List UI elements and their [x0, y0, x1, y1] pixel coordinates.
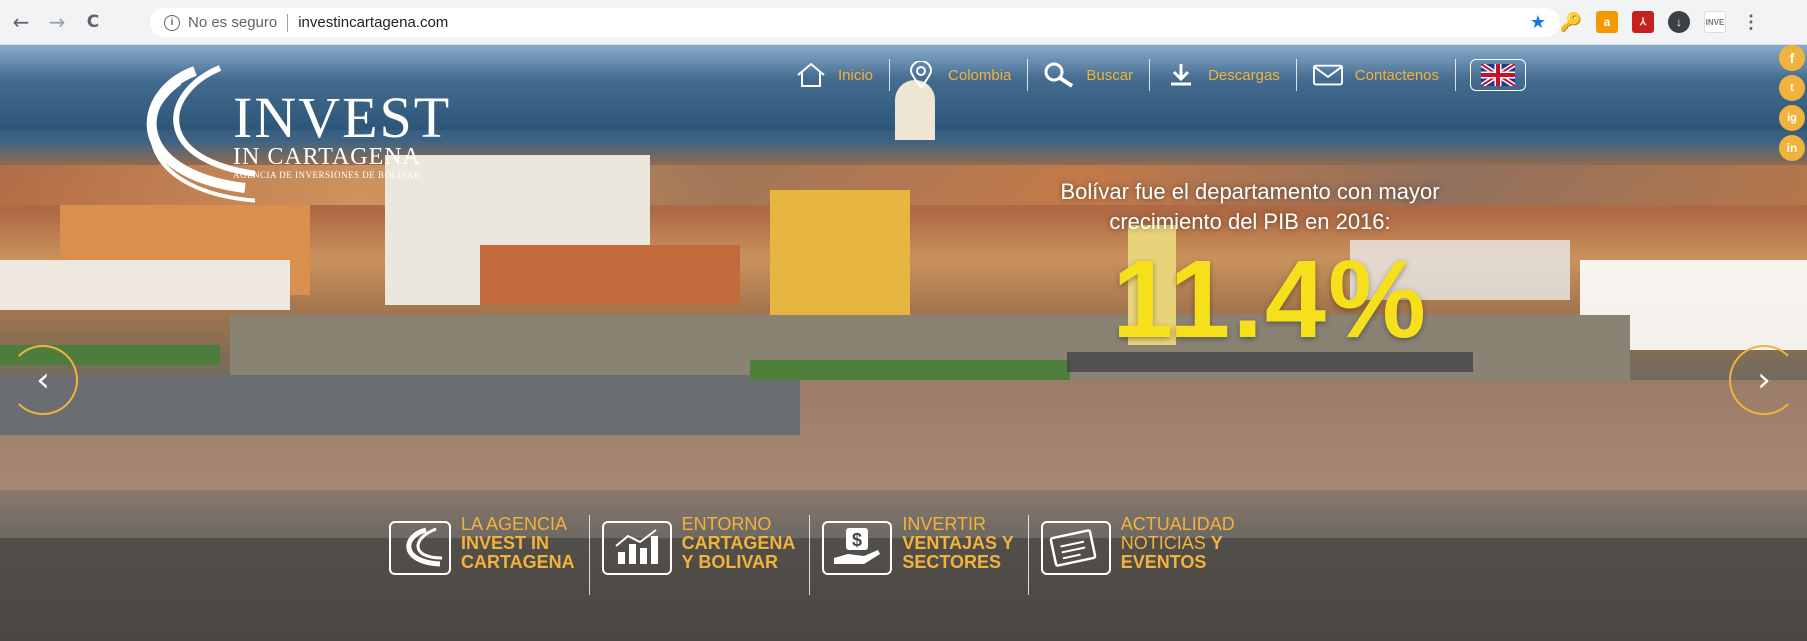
- feature-line-text: NOTICIAS: [1120, 533, 1206, 553]
- linkedin-icon[interactable]: in: [1779, 135, 1805, 161]
- building: [770, 190, 910, 315]
- mail-icon: [1312, 60, 1343, 90]
- forward-button[interactable]: →: [42, 7, 72, 37]
- previous-slide-button[interactable]: ‹: [8, 345, 78, 415]
- road: [0, 375, 800, 435]
- feature-line: EVENTOS: [1120, 552, 1207, 572]
- logo-title: INVEST: [233, 85, 452, 150]
- bookmark-star-icon[interactable]: ★: [1530, 12, 1546, 33]
- green-area: [750, 360, 1070, 380]
- nav-label: Colombia: [948, 66, 1012, 84]
- social-links: f t ig in: [1779, 45, 1805, 161]
- feature-line: INVEST IN: [461, 533, 550, 553]
- feature-line: INVERTIR: [902, 514, 987, 534]
- logo-tagline: AGENCIA DE INVERSIONES DE BOLIVAR: [233, 170, 421, 180]
- menu-icon[interactable]: ⋮: [1740, 11, 1762, 33]
- facebook-icon[interactable]: f: [1779, 45, 1805, 71]
- nav-label: Inicio: [838, 66, 874, 84]
- omnibox-separator: [287, 13, 289, 32]
- feature-entorno[interactable]: ENTORNO CARTAGENA Y BOLIVAR: [598, 515, 810, 595]
- building: [480, 245, 740, 305]
- feature-actualidad[interactable]: ACTUALIDAD NOTICIAS Y EVENTOS: [1037, 515, 1249, 595]
- newspaper-icon: [1040, 521, 1111, 575]
- pdf-extension-icon[interactable]: ⅄: [1632, 11, 1654, 33]
- download-icon: [1166, 60, 1196, 90]
- nav-item-contactenos[interactable]: Contactenos: [1297, 57, 1455, 93]
- feature-links: LA AGENCIA INVEST IN CARTAGENA ENTORNO C…: [385, 515, 1249, 595]
- feature-divider: [588, 515, 590, 595]
- feature-line: NOTICIAS Y: [1121, 534, 1235, 553]
- main-navigation: Inicio Colombia Buscar Descargas Contact…: [780, 55, 1527, 95]
- stat-value: 11.4%: [1112, 238, 1428, 361]
- chevron-right-icon: ›: [1757, 360, 1771, 400]
- money-hand-icon: $: [822, 521, 893, 575]
- language-button[interactable]: [1470, 59, 1527, 91]
- extension-icons: 🔑 a ⅄ ↓ INVE ⋮: [1560, 11, 1762, 33]
- profile-extension-icon[interactable]: INVE: [1704, 11, 1726, 33]
- headline-line: Bolívar fue el departamento con mayor: [1060, 179, 1440, 204]
- feature-line: SECTORES: [902, 552, 1002, 572]
- feature-line: ENTORNO: [681, 514, 772, 534]
- location-pin-icon: [906, 60, 936, 90]
- bag-extension-icon[interactable]: a: [1596, 11, 1618, 33]
- nav-label: Contactenos: [1354, 66, 1440, 84]
- download-extension-icon[interactable]: ↓: [1668, 11, 1690, 33]
- stat-underline-bar: [1067, 352, 1473, 372]
- feature-la-agencia[interactable]: LA AGENCIA INVEST IN CARTAGENA: [385, 515, 589, 595]
- url-text[interactable]: investincartagena.com: [298, 14, 448, 31]
- feature-text: INVERTIR VENTAJAS Y SECTORES: [902, 515, 1013, 572]
- info-icon[interactable]: i: [164, 14, 180, 31]
- uk-flag-icon: [1481, 64, 1516, 86]
- twitter-icon[interactable]: t: [1779, 75, 1805, 101]
- chevron-left-icon: ‹: [36, 360, 50, 400]
- bar-chart-icon: [601, 521, 672, 575]
- reload-button[interactable]: C: [78, 7, 108, 37]
- logo-subtitle: IN CARTAGENA: [233, 144, 421, 170]
- feature-text: ACTUALIDAD NOTICIAS Y EVENTOS: [1121, 515, 1235, 572]
- address-bar[interactable]: i No es seguro investincartagena.com ★: [150, 8, 1560, 37]
- logo[interactable]: INVEST IN CARTAGENA AGENCIA DE INVERSION…: [125, 63, 465, 213]
- feature-line: Y BOLIVAR: [681, 552, 779, 572]
- feature-divider: [809, 515, 811, 595]
- nav-item-inicio[interactable]: Inicio: [780, 57, 889, 93]
- key-extension-icon[interactable]: 🔑: [1560, 11, 1582, 33]
- agency-logo-icon: [389, 521, 451, 575]
- search-icon: [1044, 60, 1074, 90]
- feature-line: ACTUALIDAD: [1120, 514, 1235, 534]
- headline-line: crecimiento del PIB en 2016:: [1109, 209, 1391, 234]
- feature-line: CARTAGENA: [681, 533, 796, 553]
- instagram-icon[interactable]: ig: [1779, 105, 1805, 131]
- insecure-label: No es seguro: [188, 14, 278, 31]
- svg-text:$: $: [852, 530, 862, 550]
- hero-headline: Bolívar fue el departamento con mayor cr…: [1000, 177, 1500, 237]
- nav-label: Buscar: [1086, 66, 1134, 84]
- next-slide-button[interactable]: ›: [1729, 345, 1799, 415]
- feature-divider: [1027, 515, 1029, 595]
- browser-toolbar: ← → C i No es seguro investincartagena.c…: [0, 0, 1807, 45]
- feature-text: ENTORNO CARTAGENA Y BOLIVAR: [682, 515, 796, 572]
- feature-line-bold: Y: [1210, 533, 1223, 553]
- nav-item-buscar[interactable]: Buscar: [1028, 57, 1149, 93]
- nav-divider: [1455, 59, 1457, 91]
- feature-line: CARTAGENA: [461, 552, 575, 572]
- feature-invertir[interactable]: $ INVERTIR VENTAJAS Y SECTORES: [818, 515, 1027, 595]
- home-icon: [796, 60, 826, 90]
- feature-text: LA AGENCIA INVEST IN CARTAGENA: [461, 515, 575, 572]
- nav-item-descargas[interactable]: Descargas: [1150, 57, 1296, 93]
- nav-item-colombia[interactable]: Colombia: [890, 57, 1027, 93]
- building: [0, 260, 290, 310]
- feature-line: LA AGENCIA: [461, 514, 568, 534]
- nav-label: Descargas: [1208, 66, 1280, 84]
- back-button[interactable]: ←: [6, 7, 36, 37]
- feature-line: VENTAJAS Y: [902, 533, 1014, 553]
